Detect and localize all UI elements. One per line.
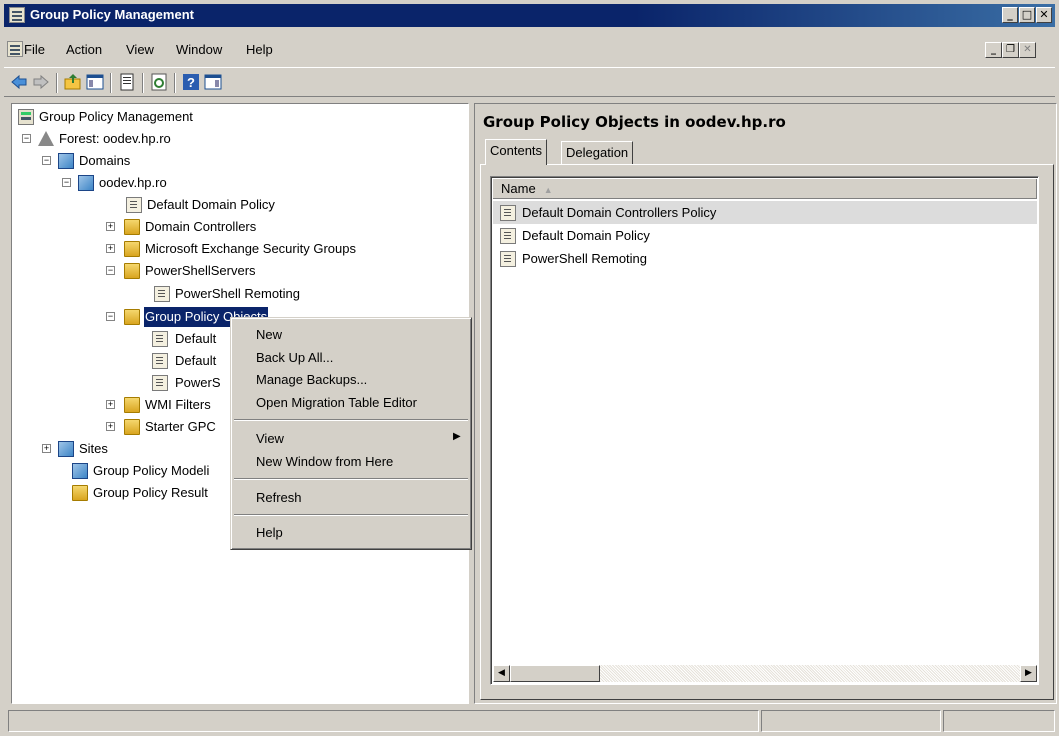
domains-icon — [58, 153, 74, 169]
expand-toggle[interactable]: + — [106, 400, 115, 409]
title-bar[interactable]: Group Policy Management _ □ ✕ — [4, 4, 1055, 27]
column-header-bar: Name ▲ — [493, 179, 1037, 199]
close-button[interactable]: ✕ — [1036, 7, 1052, 23]
child-restore-button[interactable]: ❐ — [1002, 42, 1019, 58]
starter-gpo-folder-icon — [124, 419, 140, 435]
gpo-icon — [500, 205, 516, 221]
status-bar — [4, 709, 1055, 734]
gpmc-console-icon — [18, 109, 34, 125]
forest-icon — [38, 131, 54, 146]
show-action-pane-icon[interactable] — [204, 73, 222, 91]
svg-text:?: ? — [187, 75, 195, 90]
toolbar-separator — [174, 73, 176, 93]
context-menu: New Back Up All... Manage Backups... Ope… — [230, 317, 472, 550]
menu-help[interactable]: Help — [246, 42, 273, 57]
scroll-right-button[interactable]: ▶ — [1020, 665, 1037, 682]
collapse-toggle[interactable]: − — [22, 134, 31, 143]
horizontal-scrollbar[interactable]: ◀ ▶ — [493, 665, 1037, 682]
tab-contents[interactable]: Contents — [485, 139, 548, 165]
menu-file[interactable]: File — [24, 42, 45, 57]
expand-toggle[interactable]: + — [106, 422, 115, 431]
toolbar-separator — [142, 73, 144, 93]
gpo-link-icon — [154, 286, 170, 302]
forward-arrow-icon[interactable] — [32, 73, 50, 91]
sort-ascending-icon: ▲ — [543, 185, 553, 195]
menu-item-open-migration-table-editor[interactable]: Open Migration Table Editor — [256, 394, 417, 412]
sites-icon — [58, 441, 74, 457]
minimize-button[interactable]: _ — [1002, 7, 1018, 23]
scroll-left-button[interactable]: ◀ — [493, 665, 510, 682]
gpo-icon — [152, 353, 168, 369]
menu-item-back-up-all[interactable]: Back Up All... — [256, 349, 333, 367]
status-panel-2 — [761, 710, 941, 732]
show-hide-tree-icon[interactable] — [86, 73, 104, 91]
menu-action[interactable]: Action — [66, 42, 102, 57]
window-title: Group Policy Management — [30, 7, 194, 22]
list-item[interactable]: Default Domain Controllers Policy — [493, 201, 1037, 224]
menu-separator — [234, 419, 468, 421]
menu-item-help[interactable]: Help — [256, 524, 283, 542]
gpmc-app-icon[interactable] — [9, 7, 25, 23]
toolbar-separator — [110, 73, 112, 93]
gpo-icon — [152, 375, 168, 391]
gpo-icon — [500, 251, 516, 267]
scroll-thumb[interactable] — [510, 665, 600, 682]
gpo-link-icon — [126, 197, 142, 213]
menu-separator — [234, 478, 468, 480]
gpo-folder-icon — [124, 309, 140, 325]
properties-icon[interactable] — [118, 73, 136, 91]
back-arrow-icon[interactable] — [10, 73, 28, 91]
menu-item-new[interactable]: New — [256, 326, 282, 344]
up-one-level-icon[interactable] — [64, 73, 82, 91]
expand-toggle[interactable]: + — [106, 244, 115, 253]
menu-item-new-window-from-here[interactable]: New Window from Here — [256, 453, 393, 471]
domain-icon — [78, 175, 94, 191]
child-minimize-button[interactable]: _ — [985, 42, 1002, 58]
refresh-icon[interactable] — [150, 73, 168, 91]
collapse-toggle[interactable]: − — [106, 312, 115, 321]
menu-window[interactable]: Window — [176, 42, 222, 57]
modeling-icon — [72, 463, 88, 479]
menu-separator — [234, 514, 468, 516]
status-panel-3 — [943, 710, 1055, 732]
tab-delegation[interactable]: Delegation — [561, 141, 634, 164]
results-pane: Group Policy Objects in oodev.hp.ro Cont… — [474, 103, 1057, 704]
toolbar: ? — [4, 67, 1055, 97]
child-close-button[interactable]: ✕ — [1019, 42, 1036, 58]
results-title: Group Policy Objects in oodev.hp.ro — [483, 113, 786, 131]
menu-item-manage-backups[interactable]: Manage Backups... — [256, 371, 367, 389]
ou-folder-icon — [124, 241, 140, 257]
menu-view[interactable]: View — [126, 42, 154, 57]
list-item[interactable]: Default Domain Policy — [493, 224, 1037, 247]
gpo-list[interactable]: Name ▲ Default Domain Controllers Policy … — [490, 176, 1039, 685]
expand-toggle[interactable]: + — [106, 222, 115, 231]
ou-folder-icon — [124, 219, 140, 235]
help-icon[interactable]: ? — [182, 73, 200, 91]
maximize-button[interactable]: □ — [1019, 7, 1035, 23]
ou-folder-icon — [124, 263, 140, 279]
results-icon — [72, 485, 88, 501]
application-window: Group Policy Management _ □ ✕ File Actio… — [0, 0, 1059, 736]
menu-bar: File Action View Window Help — [4, 31, 1055, 67]
collapse-toggle[interactable]: − — [62, 178, 71, 187]
toolbar-separator — [56, 73, 58, 93]
list-item[interactable]: PowerShell Remoting — [493, 247, 1037, 270]
status-panel-main — [8, 710, 759, 732]
expand-toggle[interactable]: + — [42, 444, 51, 453]
collapse-toggle[interactable]: − — [106, 266, 115, 275]
menu-item-refresh[interactable]: Refresh — [256, 489, 302, 507]
column-header-name[interactable]: Name ▲ — [493, 179, 1037, 199]
collapse-toggle[interactable]: − — [42, 156, 51, 165]
wmi-folder-icon — [124, 397, 140, 413]
console-menu-icon[interactable] — [7, 41, 23, 57]
gpo-icon — [500, 228, 516, 244]
menu-item-view[interactable]: View — [256, 430, 284, 448]
submenu-arrow-icon: ▶ — [453, 431, 461, 442]
gpo-icon — [152, 331, 168, 347]
